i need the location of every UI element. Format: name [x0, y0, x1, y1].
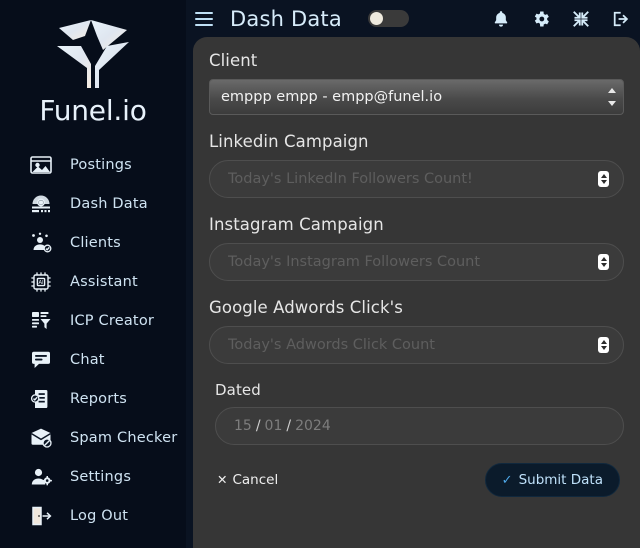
form-actions: ✕ Cancel ✓ Submit Data	[209, 463, 624, 497]
sidebar-item-assistant[interactable]: AI Assistant	[0, 262, 186, 301]
sidebar-item-label: Settings	[70, 468, 132, 485]
date-year[interactable]: 2024	[295, 418, 331, 434]
sidebar-item-reports[interactable]: Reports	[0, 379, 186, 418]
adwords-input-wrap	[209, 326, 624, 364]
sidebar-item-icp-creator[interactable]: ICP Creator	[0, 301, 186, 340]
hamburger-icon[interactable]	[195, 8, 217, 30]
sidebar-item-label: Assistant	[70, 273, 138, 290]
field-instagram: Instagram Campaign	[209, 215, 624, 281]
user-check-icon	[28, 230, 53, 255]
sidebar-item-dash-data[interactable]: Dash Data	[0, 184, 186, 223]
client-select[interactable]: emppp empp - empp@funel.io	[209, 79, 624, 115]
page-title: Dash Data	[230, 6, 342, 31]
logout-door-icon	[28, 503, 53, 528]
dash-data-form-panel: Client emppp empp - empp@funel.io Linked…	[193, 37, 640, 548]
logout-icon[interactable]	[611, 9, 631, 29]
date-month[interactable]: 01	[265, 418, 283, 434]
date-separator: /	[286, 418, 292, 434]
field-client: Client emppp empp - empp@funel.io	[209, 51, 624, 115]
user-gear-icon	[28, 464, 53, 489]
chat-bubble-icon	[28, 347, 53, 372]
linkedin-followers-input[interactable]	[209, 160, 624, 198]
gear-icon[interactable]	[531, 9, 551, 29]
check-icon: ✓	[501, 472, 513, 488]
dated-label: Dated	[215, 381, 261, 399]
sidebar-nav: Postings Dash Data Clients AI Assistant …	[0, 145, 186, 535]
submit-label: Submit Data	[518, 472, 603, 488]
instagram-input-wrap	[209, 243, 624, 281]
field-adwords: Google Adwords Click's	[209, 298, 624, 364]
funnel-document-icon	[28, 308, 53, 333]
sidebar-item-label: Reports	[70, 390, 128, 407]
date-input-wrap: 15 / 01 / 2024	[215, 407, 624, 445]
adwords-clicks-input[interactable]	[209, 326, 624, 364]
compress-arrows-icon[interactable]	[571, 9, 591, 29]
bell-icon[interactable]	[491, 9, 511, 29]
submit-data-button[interactable]: ✓ Submit Data	[484, 463, 620, 497]
image-window-icon	[28, 152, 53, 177]
sidebar-item-label: ICP Creator	[70, 312, 155, 329]
sidebar: Funel.io Postings Dash Data Clients AI A…	[0, 0, 186, 548]
theme-toggle[interactable]	[367, 10, 409, 27]
sidebar-item-log-out[interactable]: Log Out	[0, 496, 186, 535]
field-dated: Dated 15 / 01 / 2024	[209, 381, 624, 445]
topbar: Dash Data	[186, 0, 640, 37]
ai-chip-icon: AI	[28, 269, 53, 294]
sidebar-item-spam-checker[interactable]: Spam Checker	[0, 418, 186, 457]
sidebar-item-clients[interactable]: Clients	[0, 223, 186, 262]
app-root: Funel.io Postings Dash Data Clients AI A…	[0, 0, 640, 548]
x-icon: ✕	[217, 471, 228, 487]
report-check-icon	[28, 386, 53, 411]
cancel-label: Cancel	[232, 472, 279, 488]
brand-name: Funel.io	[39, 94, 147, 127]
brand-logo[interactable]: Funel.io	[0, 0, 186, 127]
sidebar-item-postings[interactable]: Postings	[0, 145, 186, 184]
instagram-label: Instagram Campaign	[209, 215, 384, 234]
sidebar-item-label: Spam Checker	[70, 429, 178, 446]
client-label: Client	[209, 51, 258, 70]
field-linkedin: Linkedin Campaign	[209, 132, 624, 198]
instagram-followers-input[interactable]	[209, 243, 624, 281]
linkedin-input-wrap	[209, 160, 624, 198]
date-day[interactable]: 15	[234, 418, 252, 434]
sidebar-item-settings[interactable]: Settings	[0, 457, 186, 496]
spam-envelope-icon	[28, 425, 53, 450]
svg-text:AI: AI	[38, 280, 44, 286]
cancel-button[interactable]: ✕ Cancel	[215, 468, 280, 492]
toggle-knob	[369, 12, 383, 25]
dashboard-gear-icon	[28, 191, 53, 216]
funnel-check-logo-icon	[57, 20, 129, 88]
main-area: Dash Data Client emppp empp - empp@funel…	[186, 0, 640, 548]
adwords-label: Google Adwords Click's	[209, 298, 403, 317]
sidebar-item-chat[interactable]: Chat	[0, 340, 186, 379]
dated-input[interactable]: 15 / 01 / 2024	[215, 407, 624, 445]
client-select-wrap: emppp empp - empp@funel.io	[209, 79, 624, 115]
sidebar-item-label: Chat	[70, 351, 105, 368]
sidebar-item-label: Dash Data	[70, 195, 148, 212]
linkedin-label: Linkedin Campaign	[209, 132, 369, 151]
sidebar-item-label: Log Out	[70, 507, 129, 524]
topbar-actions	[491, 0, 631, 37]
sidebar-item-label: Postings	[70, 156, 132, 173]
date-separator: /	[255, 418, 261, 434]
sidebar-item-label: Clients	[70, 234, 121, 251]
